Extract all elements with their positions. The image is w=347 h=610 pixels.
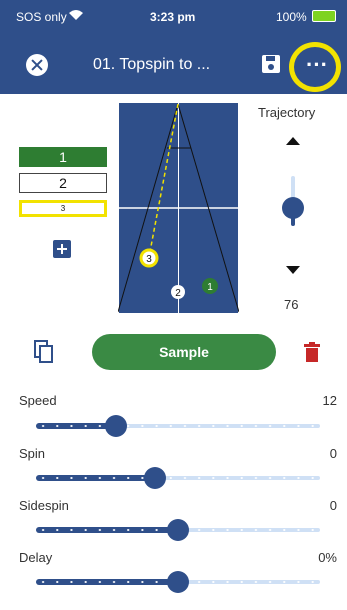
slider-thumb[interactable]	[167, 571, 189, 593]
shot-slot-3[interactable]: 3	[19, 200, 107, 217]
save-icon[interactable]	[261, 54, 281, 74]
delay-label: Delay	[19, 550, 53, 565]
delay-value: 0%	[318, 550, 337, 565]
spin-label: Spin	[19, 446, 46, 461]
trajectory-value: 76	[284, 297, 299, 312]
sidespin-value: 0	[329, 498, 337, 513]
slider-thumb[interactable]	[167, 519, 189, 541]
add-shot-button[interactable]	[53, 240, 71, 258]
slider-thumb[interactable]	[104, 415, 127, 437]
sidespin-slider[interactable]	[36, 519, 320, 541]
ball-marker-1-label: 1	[207, 282, 213, 293]
wifi-icon	[69, 10, 83, 20]
drill-title: 01. Topspin to ...	[93, 56, 211, 73]
trajectory-slider-thumb[interactable]	[282, 197, 304, 219]
more-icon: ···	[306, 52, 328, 77]
trajectory-down-icon[interactable]	[286, 266, 300, 274]
speed-label: Speed	[19, 393, 57, 408]
shot-slot-2[interactable]: 2	[19, 173, 107, 193]
more-options-button[interactable]: ···	[289, 42, 341, 92]
shot-slot-1[interactable]: 1	[19, 147, 107, 167]
app-header: 01. Topspin to ... ···	[0, 42, 347, 94]
clock: 3:23 pm	[150, 10, 196, 24]
sample-button[interactable]: Sample	[92, 334, 276, 370]
trajectory-label: Trajectory	[258, 105, 316, 120]
carrier-text: SOS only	[16, 10, 67, 24]
court-diagram[interactable]: 3 2 1	[118, 102, 239, 314]
ball-marker-2-label: 2	[175, 288, 181, 299]
slider-ticks	[36, 425, 320, 427]
status-bar: SOS only 3:23 pm 100%	[0, 0, 347, 42]
battery-icon	[312, 10, 336, 22]
speed-value: 12	[322, 393, 337, 408]
copy-icon[interactable]	[34, 340, 54, 364]
battery-percent: 100%	[276, 10, 307, 24]
spin-value: 0	[329, 446, 337, 461]
delay-slider[interactable]	[36, 571, 320, 593]
slider-thumb[interactable]	[144, 467, 167, 489]
trajectory-up-icon[interactable]	[286, 137, 300, 145]
slider-ticks	[36, 477, 320, 479]
speed-slider[interactable]	[36, 415, 320, 437]
ball-marker-3-label: 3	[146, 254, 152, 265]
delete-icon[interactable]	[304, 342, 320, 362]
close-button[interactable]	[26, 54, 48, 76]
sidespin-label: Sidespin	[19, 498, 69, 513]
spin-slider[interactable]	[36, 467, 320, 489]
